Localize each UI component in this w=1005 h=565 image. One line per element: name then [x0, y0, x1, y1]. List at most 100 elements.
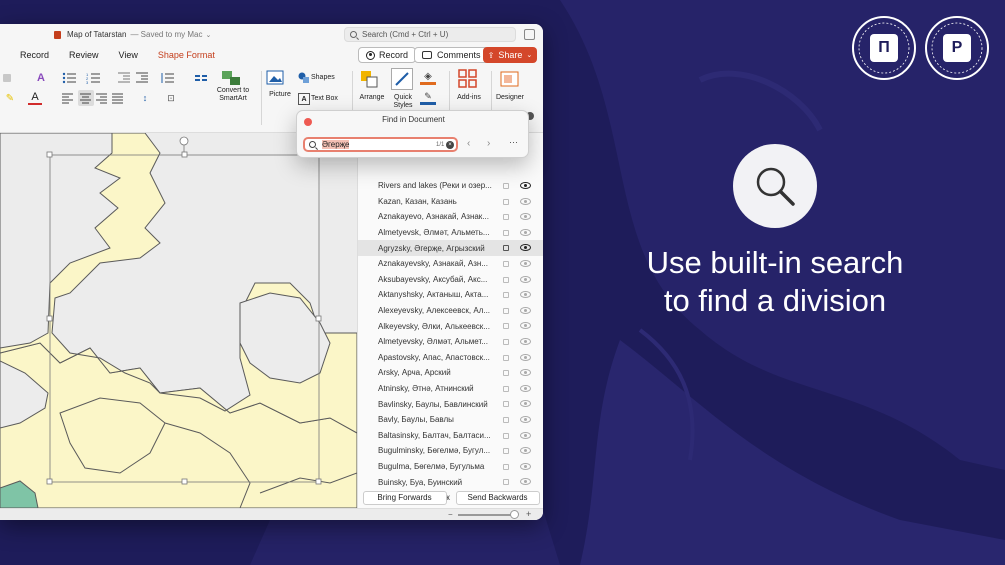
next-result-icon[interactable]: ›	[487, 138, 490, 149]
arrange-icon[interactable]	[359, 69, 383, 91]
record-button[interactable]: Record	[358, 47, 417, 63]
quick-styles-icon[interactable]	[391, 68, 413, 90]
eye-icon[interactable]	[520, 447, 531, 455]
list-item[interactable]: Agryzsky, Әгерҗе, Агрызский	[358, 240, 543, 256]
convert-to-smartart-icon[interactable]	[220, 69, 244, 87]
picture-icon[interactable]	[266, 70, 286, 86]
list-item[interactable]: Bavly, Баулы, Бавлы	[358, 412, 543, 428]
list-item[interactable]: Aksubayevsky, Аксубай, Акс...	[358, 272, 543, 288]
list-item[interactable]: Apastovsky, Апас, Апастовск...	[358, 350, 543, 366]
list-item[interactable]: Bugulma, Бөгелмә, Бугульма	[358, 459, 543, 475]
list-item[interactable]: Aznakayevsky, Азнакай, Азн...	[358, 256, 543, 272]
lock-icon[interactable]	[503, 385, 509, 392]
eye-icon[interactable]	[520, 197, 531, 205]
list-item[interactable]: Almetyevsk, Әлмәт, Альметь...	[358, 225, 543, 241]
align-right-icon[interactable]	[96, 92, 108, 104]
justify-icon[interactable]	[112, 92, 124, 104]
eye-icon[interactable]	[520, 244, 531, 252]
lock-icon[interactable]	[503, 292, 509, 299]
lock-icon[interactable]	[503, 416, 509, 423]
send-backwards-button[interactable]: Send Backwards	[455, 490, 540, 505]
eye-icon[interactable]	[520, 369, 531, 377]
eye-icon[interactable]	[520, 400, 531, 408]
list-item[interactable]: Atninsky, Әтнә, Атнинский	[358, 381, 543, 397]
list-item[interactable]: Aznakayevo, Азнакай, Азнак...	[358, 209, 543, 225]
text-box-icon[interactable]: A	[298, 93, 310, 105]
lock-icon[interactable]	[503, 183, 509, 189]
shape-fill-icon[interactable]	[2, 72, 12, 84]
list-item[interactable]: Alkeyevsky, Әлки, Алькеевск...	[358, 318, 543, 334]
designer-icon[interactable]	[499, 69, 521, 89]
chevron-down-icon[interactable]: ⌄	[205, 31, 211, 39]
lock-icon[interactable]	[503, 198, 509, 205]
eye-icon[interactable]	[520, 337, 531, 345]
shapes-icon[interactable]	[298, 72, 310, 84]
lock-icon[interactable]	[503, 463, 509, 470]
eye-icon[interactable]	[520, 431, 531, 439]
eye-icon[interactable]	[520, 182, 531, 189]
eye-icon[interactable]	[520, 384, 531, 392]
list-item[interactable]: Baltasinsky, Балтач, Балтаси...	[358, 428, 543, 444]
shape-outline-icon[interactable]: ✎	[420, 91, 436, 105]
add-ins-icon[interactable]	[458, 69, 478, 89]
font-color-icon[interactable]: A	[28, 91, 42, 105]
eye-icon[interactable]	[520, 291, 531, 299]
align-text-icon[interactable]: ⊡	[160, 92, 182, 104]
line-spacing-icon[interactable]	[160, 72, 182, 84]
find-input[interactable]: Әгерҗе 1/1 ×	[303, 137, 458, 152]
bullets-icon[interactable]	[62, 72, 84, 84]
zoom-out-icon[interactable]: −	[448, 510, 453, 519]
previous-result-icon[interactable]: ‹	[467, 138, 470, 149]
more-options-icon[interactable]: ···	[509, 137, 518, 147]
eye-icon[interactable]	[520, 478, 531, 486]
lock-icon[interactable]	[503, 432, 509, 439]
list-item[interactable]: Kazan, Казан, Казань	[358, 194, 543, 210]
lock-icon[interactable]	[503, 370, 509, 377]
increase-indent-icon[interactable]	[136, 72, 150, 84]
text-direction-icon[interactable]: ↕	[136, 92, 154, 104]
lock-icon[interactable]	[503, 448, 509, 455]
bring-forwards-button[interactable]: Bring Forwards	[362, 490, 447, 505]
eye-icon[interactable]	[520, 306, 531, 314]
eye-icon[interactable]	[520, 213, 531, 221]
share-button[interactable]: ⇪ Share ⌄	[483, 47, 537, 63]
lock-icon[interactable]	[503, 307, 509, 314]
numbering-icon[interactable]: 123	[86, 72, 108, 84]
eye-icon[interactable]	[520, 415, 531, 423]
lock-icon[interactable]	[503, 276, 509, 283]
tab-shape-format[interactable]: Shape Format	[158, 50, 215, 60]
align-left-icon[interactable]	[62, 92, 74, 104]
list-item[interactable]: Bugulminsky, Бөгелмә, Бугул...	[358, 443, 543, 459]
tab-view[interactable]: View	[119, 50, 138, 60]
align-center-icon[interactable]	[78, 90, 94, 106]
eye-icon[interactable]	[520, 462, 531, 470]
zoom-slider[interactable]	[458, 514, 518, 516]
lock-icon[interactable]	[503, 214, 509, 221]
columns-icon[interactable]	[194, 72, 216, 84]
lock-icon[interactable]	[503, 479, 509, 486]
eye-icon[interactable]	[520, 259, 531, 267]
list-item[interactable]: Rivers and lakes (Реки и озер...	[358, 178, 543, 194]
list-item[interactable]: Alexeyevsky, Алексеевск, Ал...	[358, 303, 543, 319]
eye-icon[interactable]	[520, 228, 531, 236]
share-network-icon[interactable]	[524, 29, 535, 40]
tab-review[interactable]: Review	[69, 50, 99, 60]
lock-icon[interactable]	[503, 354, 509, 361]
text-effects-icon[interactable]: A	[34, 71, 48, 85]
tab-record[interactable]: Record	[20, 50, 49, 60]
list-item[interactable]: Bavlinsky, Баулы, Бавлинский	[358, 396, 543, 412]
eye-icon[interactable]	[520, 322, 531, 330]
slide-canvas[interactable]	[0, 133, 357, 508]
list-item[interactable]: Aktanyshsky, Актаныш, Акта...	[358, 287, 543, 303]
lock-icon[interactable]	[503, 229, 509, 236]
lock-icon[interactable]	[503, 338, 509, 345]
eye-icon[interactable]	[520, 353, 531, 361]
shape-fill-bucket-icon[interactable]: ◈	[420, 71, 436, 85]
search-input[interactable]: Search (Cmd + Ctrl + U)	[344, 27, 516, 42]
clear-icon[interactable]: ×	[446, 141, 454, 149]
eye-icon[interactable]	[520, 275, 531, 283]
zoom-in-icon[interactable]: +	[526, 509, 531, 519]
lock-icon[interactable]	[503, 245, 509, 252]
comments-button[interactable]: Comments	[414, 47, 489, 63]
lock-icon[interactable]	[503, 323, 509, 330]
